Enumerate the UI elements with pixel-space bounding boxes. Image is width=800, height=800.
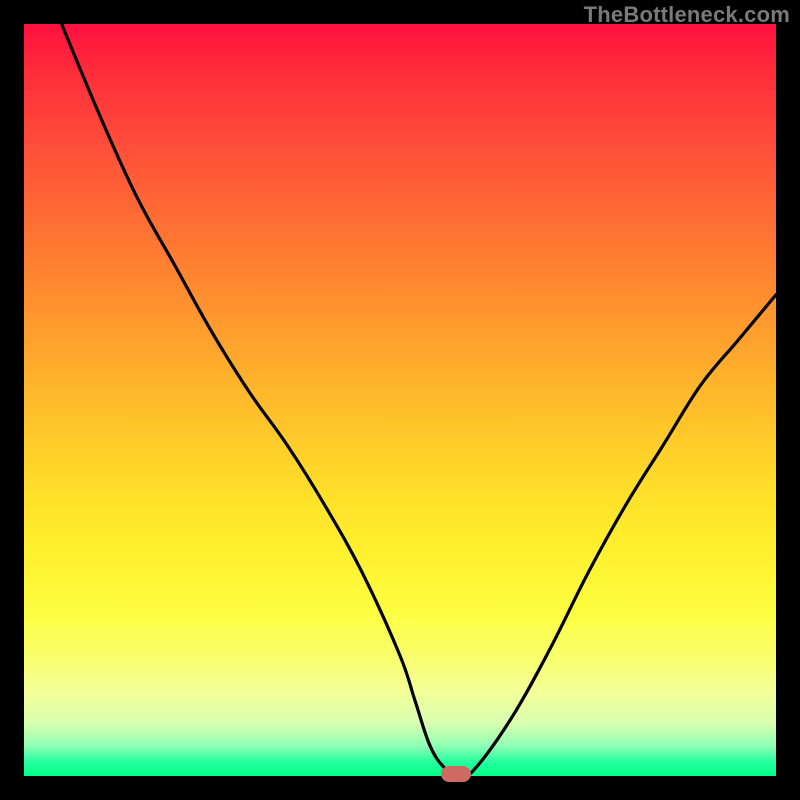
chart-plot-area (24, 24, 776, 776)
curve-path (62, 24, 776, 776)
bottleneck-curve (24, 24, 776, 776)
trough-marker (441, 766, 471, 782)
chart-frame: TheBottleneck.com (0, 0, 800, 800)
